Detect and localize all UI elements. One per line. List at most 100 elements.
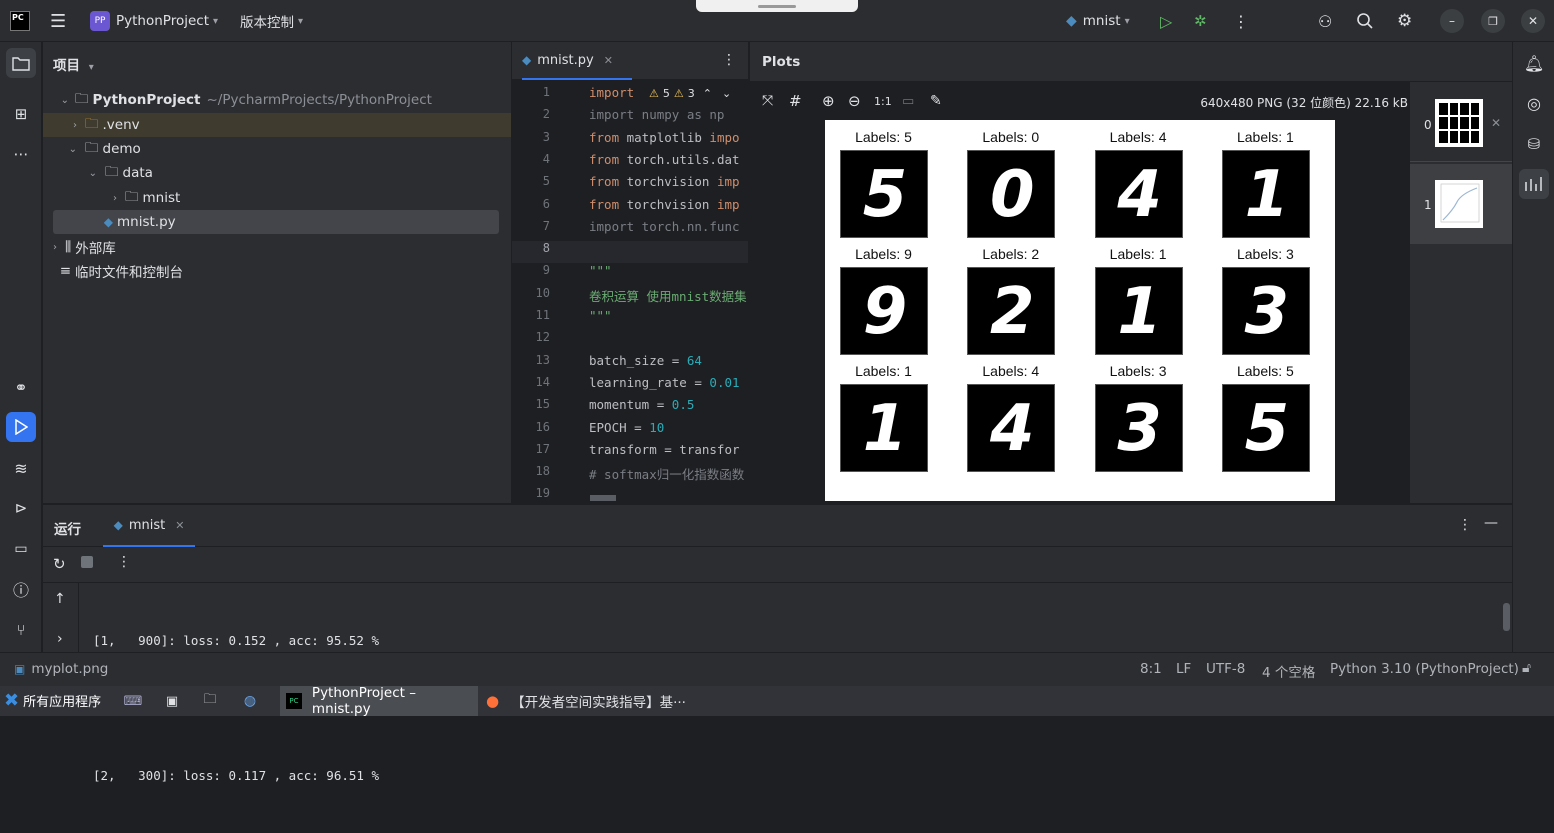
digit-label: Labels: 2 xyxy=(982,246,1040,262)
close-tab-icon[interactable]: ✕ xyxy=(604,54,613,67)
zoom-in-icon[interactable]: ⊕ xyxy=(822,92,835,110)
debug-button[interactable]: ✲ xyxy=(1194,0,1207,42)
editor-tab-mnist[interactable]: ◆ mnist.py ✕ xyxy=(522,42,632,80)
add-user-icon[interactable]: ⚇ xyxy=(1318,0,1332,42)
line-number: 6 xyxy=(542,196,550,211)
options-icon[interactable]: ⋮ xyxy=(1458,517,1472,533)
sciview-plots-icon[interactable] xyxy=(1519,169,1549,199)
code-token: 10 xyxy=(649,419,665,435)
search-icon[interactable] xyxy=(1356,0,1374,42)
restore-button[interactable]: ❐ xyxy=(1481,0,1505,42)
grid-icon[interactable]: # xyxy=(789,92,802,110)
run-tool-icon[interactable] xyxy=(6,412,36,442)
code-line: 6 from torchvision imp xyxy=(512,197,748,219)
code-line: 5 from torchvision imp xyxy=(512,174,748,196)
code-text: momentum = 0.5 xyxy=(589,397,694,412)
code-editor[interactable]: ◆ mnist.py ✕ ⋮ ⚠ 5 ⚠ 3 ⌃ ⌄ 1 import 2 import … xyxy=(512,42,748,503)
settings-gear-icon[interactable]: ⚙ xyxy=(1397,0,1412,42)
tree-root[interactable]: ⌄ 🗀 PythonProject ~/PycharmProjects/Pyth… xyxy=(43,88,511,112)
arrow-up-icon[interactable]: ↑ xyxy=(54,591,66,607)
problems-icon[interactable]: ⓘ xyxy=(6,574,36,604)
thumbnail-0[interactable]: 0 ✕ xyxy=(1410,82,1512,162)
thumbnail-1[interactable]: 1 xyxy=(1410,164,1512,244)
window-handle xyxy=(696,0,858,12)
folder-icon: 🗀 xyxy=(125,188,139,205)
tree-item-external-libs[interactable]: › ⫼ 外部库 xyxy=(43,235,511,259)
terminal-icon[interactable]: ▭ xyxy=(6,534,36,564)
code-line: 14 learning_rate = 0.01 xyxy=(512,375,748,397)
library-icon: ⫼ xyxy=(65,239,72,255)
hide-panel-icon[interactable]: — xyxy=(1484,515,1498,531)
status-interpreter[interactable]: Python 3.10 (PythonProject) xyxy=(1330,661,1519,677)
tree-item-mnist-folder[interactable]: › 🗀 mnist xyxy=(43,186,511,210)
terminal-app-icon[interactable]: ▣ xyxy=(160,691,184,711)
code-token: learning_rate = xyxy=(589,374,710,390)
close-thumbnail-icon[interactable]: ✕ xyxy=(1491,116,1501,130)
code-line: 15 momentum = 0.5 xyxy=(512,397,748,419)
tree-item-demo[interactable]: ⌄ 🗀 demo xyxy=(43,137,511,161)
chevron-right-icon[interactable]: › xyxy=(57,631,63,647)
taskbar-window-pycharm[interactable]: PC PythonProject – mnist.py xyxy=(280,685,478,717)
tab-options-icon[interactable]: ⋮ xyxy=(722,52,736,68)
code-token: 卷积运算 使用mnist数据集 xyxy=(589,288,747,304)
status-line-separator[interactable]: LF xyxy=(1176,661,1191,677)
structure-icon[interactable]: ⊞ xyxy=(6,99,36,129)
status-position[interactable]: 8:1 xyxy=(1140,661,1162,677)
actual-size-button[interactable]: 1:1 xyxy=(874,95,892,108)
os-taskbar: ✖ 所有应用程序 ⌨ ▣ 🗀 ◍ PC PythonProject – mnis… xyxy=(0,685,1554,717)
more-actions-icon[interactable]: ⋮ xyxy=(1233,0,1249,42)
run-tab-mnist[interactable]: ◆ mnist ✕ xyxy=(103,505,195,547)
tree-item-data[interactable]: ⌄ 🗀 data xyxy=(43,161,511,185)
git-icon[interactable]: ⑂ xyxy=(6,615,36,645)
pycharm-icon: PC xyxy=(286,693,302,709)
project-switcher[interactable]: PP PythonProject ▾ xyxy=(90,0,218,42)
zoom-out-icon[interactable]: ⊖ xyxy=(848,92,861,110)
fit-to-window-icon[interactable]: ⤧ xyxy=(762,93,773,109)
services-icon[interactable]: ⊳ xyxy=(6,493,36,523)
file-manager-icon[interactable]: 🗀 xyxy=(198,691,222,711)
tree-item-mnist-py[interactable]: ◆ mnist.py xyxy=(53,210,499,234)
more-icon[interactable]: ⋮ xyxy=(117,554,131,570)
close-tab-icon[interactable]: ✕ xyxy=(175,519,184,532)
project-folder-icon[interactable] xyxy=(6,48,36,78)
project-panel: 项目 ▾ ⌄ 🗀 PythonProject ~/PycharmProjects… xyxy=(43,42,511,503)
inspection-widget[interactable]: ⚠ 5 ⚠ 3 ⌃ ⌄ xyxy=(649,87,732,100)
rerun-icon[interactable]: ↻ xyxy=(53,555,66,573)
status-file[interactable]: ▣ myplot.png xyxy=(14,661,108,677)
color-picker-icon[interactable]: ✎ xyxy=(930,93,942,109)
more-tools-icon[interactable]: ⋯ xyxy=(6,139,36,169)
background-icon[interactable]: ▭ xyxy=(902,94,914,109)
lock-icon[interactable]: 🔓︎ xyxy=(1522,660,1531,676)
browser-globe-icon[interactable]: ◍ xyxy=(238,691,262,711)
run-toolbar: ↻ ⋮ xyxy=(43,547,1512,583)
minimize-button[interactable]: – xyxy=(1440,0,1464,42)
status-indent[interactable]: 4 个空格 xyxy=(1262,661,1315,681)
chevron-down-icon[interactable]: ⌄ xyxy=(722,87,731,100)
database-icon[interactable]: ⛁ xyxy=(1519,129,1549,159)
tree-item-venv[interactable]: › 🗀 .venv xyxy=(43,113,511,137)
keyboard-icon[interactable]: ⌨ xyxy=(120,691,146,711)
ai-assistant-icon[interactable]: ◎ xyxy=(1519,88,1549,118)
status-encoding[interactable]: UTF-8 xyxy=(1206,661,1245,677)
project-panel-title[interactable]: 项目 ▾ xyxy=(53,54,94,74)
run-config-selector[interactable]: ◆ mnist ▾ xyxy=(1066,0,1130,42)
close-button[interactable]: ✕ xyxy=(1521,0,1545,42)
code-line: 3 from matplotlib impo xyxy=(512,130,748,152)
firefox-icon: ● xyxy=(486,692,500,710)
python-console-icon[interactable]: ⚭ xyxy=(6,372,36,402)
layers-icon[interactable]: ≋ xyxy=(6,453,36,483)
main-menu-icon[interactable]: ☰ xyxy=(50,0,66,42)
run-button[interactable]: ▷ xyxy=(1160,0,1172,42)
stop-icon[interactable] xyxy=(81,556,93,568)
chevron-up-icon[interactable]: ⌃ xyxy=(703,87,712,100)
tree-item-scratches[interactable]: ≡ 临时文件和控制台 xyxy=(43,259,511,283)
start-menu-button[interactable]: ✖ 所有应用程序 xyxy=(4,690,101,711)
console-scrollbar[interactable] xyxy=(1503,603,1510,631)
vcs-menu[interactable]: 版本控制 ▾ xyxy=(240,0,303,42)
horizontal-scrollbar[interactable] xyxy=(590,495,616,501)
chevron-right-icon: › xyxy=(73,119,77,131)
notifications-bell-icon[interactable]: 🔔︎ xyxy=(1519,48,1549,78)
taskbar-window-browser[interactable]: ● 【开发者空间实践指导】基··· xyxy=(486,686,686,716)
code-text: import torch.nn.func xyxy=(589,219,740,234)
warning-count: 5 xyxy=(662,87,670,100)
